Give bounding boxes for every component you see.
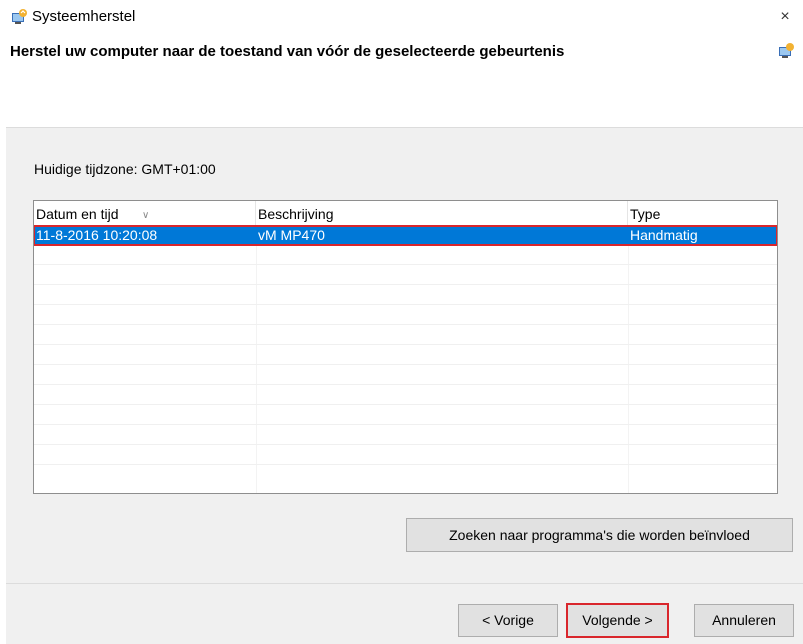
column-header-label: Beschrijving xyxy=(258,206,334,222)
content-panel: Huidige tijdzone: GMT+01:00 Datum en tij… xyxy=(6,127,803,644)
back-button[interactable]: < Vorige xyxy=(458,604,558,637)
list-header: Datum en tijd ∨ Beschrijving Type xyxy=(34,201,777,225)
grid-line xyxy=(34,384,777,385)
grid-line xyxy=(34,444,777,445)
column-divider xyxy=(628,225,629,493)
window-title: Systeemherstel xyxy=(32,8,136,25)
page-heading: Herstel uw computer naar de toestand van… xyxy=(10,43,565,60)
column-header-label: Datum en tijd xyxy=(36,206,119,222)
cell-description: vM MP470 xyxy=(258,227,325,243)
grid-line xyxy=(34,464,777,465)
footer-divider xyxy=(6,583,803,584)
grid-line xyxy=(34,304,777,305)
table-row[interactable]: 11-8-2016 10:20:08 vM MP470 Handmatig xyxy=(34,225,777,246)
grid-line xyxy=(34,364,777,365)
column-header-label: Type xyxy=(630,206,661,222)
cancel-button[interactable]: Annuleren xyxy=(694,604,794,637)
grid-line xyxy=(34,284,777,285)
column-header-type[interactable]: Type xyxy=(628,201,777,225)
grid-line xyxy=(34,424,777,425)
grid-line xyxy=(34,344,777,345)
cell-datetime: 11-8-2016 10:20:08 xyxy=(36,227,158,243)
timezone-label: Huidige tijdzone: GMT+01:00 xyxy=(34,161,216,177)
column-header-datetime[interactable]: Datum en tijd ∨ xyxy=(34,201,256,225)
column-header-description[interactable]: Beschrijving xyxy=(256,201,628,225)
system-restore-icon xyxy=(779,43,794,58)
grid-line xyxy=(34,264,777,265)
column-divider xyxy=(256,225,257,493)
grid-line xyxy=(34,404,777,405)
cell-type: Handmatig xyxy=(630,227,698,243)
next-button[interactable]: Volgende > xyxy=(566,603,669,638)
grid-line xyxy=(34,324,777,325)
close-button[interactable]: × xyxy=(767,0,803,34)
scan-affected-programs-button[interactable]: Zoeken naar programma's die worden beïnv… xyxy=(406,518,793,552)
system-restore-icon xyxy=(12,9,27,24)
restore-points-list[interactable]: Datum en tijd ∨ Beschrijving Type 11-8-2… xyxy=(33,200,778,494)
title-bar: Systeemherstel × xyxy=(0,0,803,36)
